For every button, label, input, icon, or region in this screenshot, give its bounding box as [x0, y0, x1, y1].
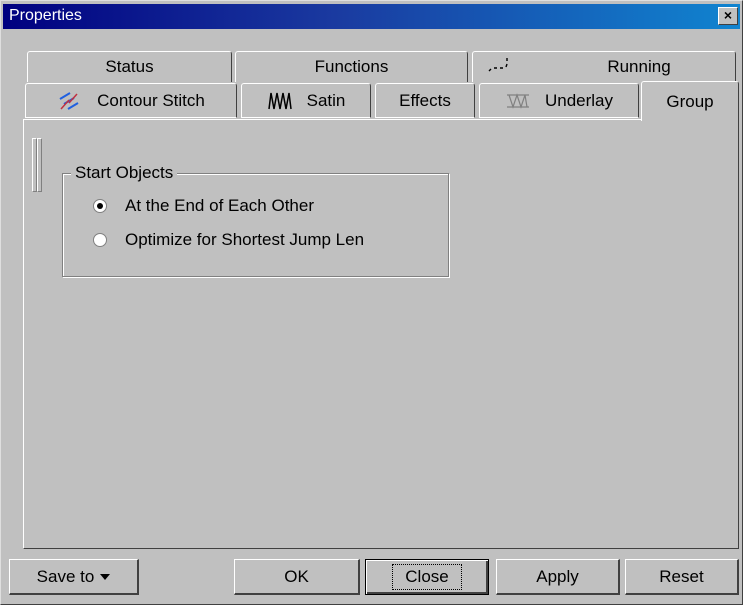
- underlay-icon: [505, 91, 531, 111]
- tab-status[interactable]: Status: [27, 51, 232, 82]
- satin-stitch-icon: [267, 91, 293, 111]
- properties-dialog: Properties × Status Functions Running Co…: [0, 0, 743, 605]
- tab-effects[interactable]: Effects: [375, 83, 475, 118]
- save-to-button[interactable]: Save to: [9, 559, 139, 595]
- contour-stitch-icon: [57, 91, 83, 111]
- title-bar[interactable]: Properties ×: [3, 4, 740, 29]
- tab-running[interactable]: Running: [472, 51, 736, 82]
- drag-handle-bar[interactable]: [37, 138, 42, 192]
- tab-satin[interactable]: Satin: [241, 83, 371, 118]
- group-legend: Start Objects: [71, 163, 178, 183]
- apply-button[interactable]: Apply: [496, 559, 620, 595]
- close-button[interactable]: Close: [365, 559, 489, 595]
- close-window-button[interactable]: ×: [718, 7, 738, 25]
- group-tab-panel: Start Objects At the End of Each Other O…: [23, 119, 739, 549]
- tab-contour-stitch[interactable]: Contour Stitch: [25, 83, 237, 118]
- radio-button-selected[interactable]: [93, 199, 107, 213]
- reset-button[interactable]: Reset: [625, 559, 739, 595]
- dropdown-arrow-icon: [100, 573, 111, 580]
- tab-functions[interactable]: Functions: [235, 51, 468, 82]
- option-label: Optimize for Shortest Jump Len: [125, 230, 365, 249]
- option-label: At the End of Each Other: [125, 196, 315, 215]
- start-objects-group: Start Objects At the End of Each Other O…: [62, 163, 449, 277]
- tab-underlay[interactable]: Underlay: [479, 83, 639, 118]
- option-end-of-each-other[interactable]: At the End of Each Other: [93, 196, 314, 216]
- ok-button[interactable]: OK: [234, 559, 360, 595]
- radio-button[interactable]: [93, 233, 107, 247]
- window-title: Properties: [9, 7, 82, 24]
- close-icon: ×: [723, 7, 733, 23]
- tab-group[interactable]: Group: [641, 81, 739, 121]
- running-stitch-icon: [487, 55, 515, 75]
- option-shortest-jump[interactable]: Optimize for Shortest Jump Len: [93, 230, 364, 250]
